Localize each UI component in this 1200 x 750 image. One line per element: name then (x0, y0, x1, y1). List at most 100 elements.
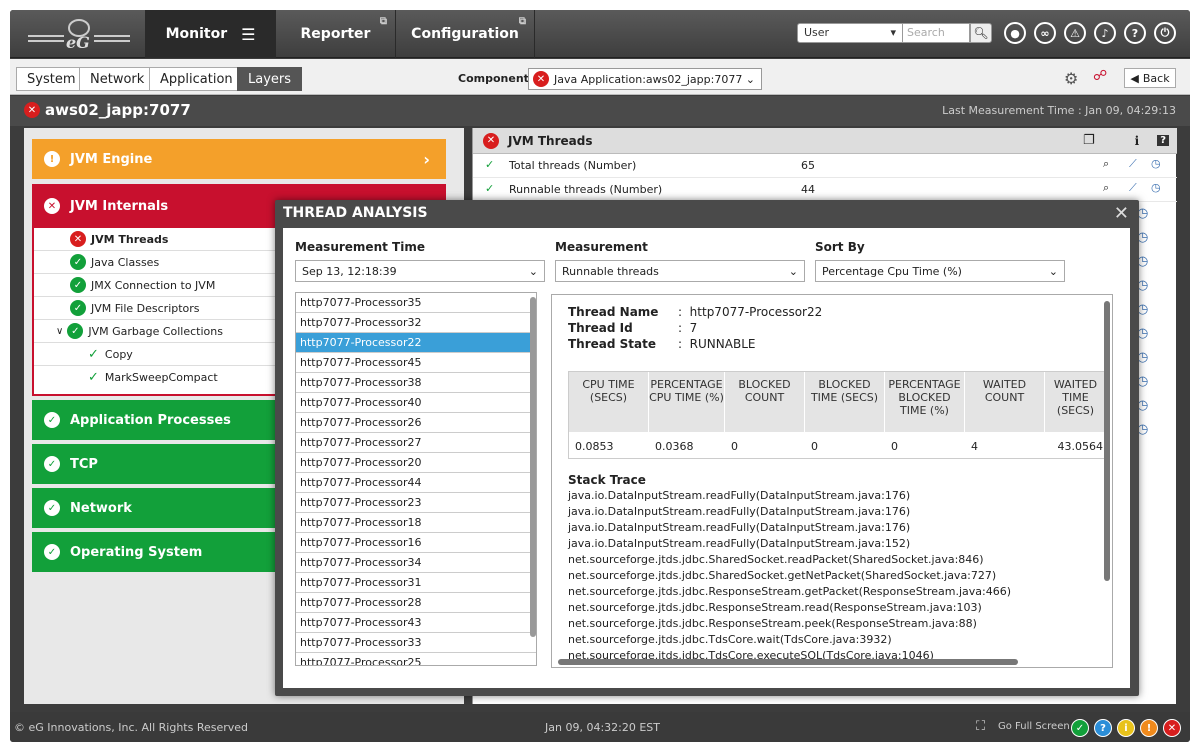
thread-metrics-table: CPU TIME (SECS) PERCENTAGE CPU TIME (%) … (568, 371, 1107, 459)
tab-layers[interactable]: Layers (237, 67, 303, 91)
tab-reporter[interactable]: Reporter ⧉ (275, 10, 395, 58)
thread-id-label: Thread Id (568, 321, 633, 335)
thread-detail-panel: Thread Name : http7077-Processor22 Threa… (551, 294, 1113, 668)
thread-item[interactable]: http7077-Processor23 (296, 493, 536, 513)
info-icon[interactable]: i (1135, 134, 1140, 148)
tab-monitor[interactable]: Monitor ☰ (145, 10, 275, 58)
fullscreen-link[interactable]: Go Full Screen (998, 721, 1070, 732)
component-name: ✕ aws02_japp:7077 (24, 101, 191, 119)
history-icon[interactable]: ◷ (1151, 157, 1161, 170)
detach-icon[interactable]: ❐ (1083, 133, 1095, 148)
thread-list-scrollbar[interactable] (530, 297, 536, 637)
thread-item[interactable]: http7077-Processor33 (296, 633, 536, 653)
search-button[interactable]: 🔍︎ (970, 23, 992, 43)
detail-vertical-scrollbar[interactable] (1104, 301, 1110, 581)
user-select-value: User (804, 26, 830, 39)
chevron-down-icon: ⌄ (528, 264, 538, 278)
topology-icon[interactable]: ☍ (1093, 68, 1107, 84)
thread-item[interactable]: http7077-Processor40 (296, 393, 536, 413)
tab-system[interactable]: System (16, 67, 87, 91)
power-icon[interactable]: ⏻ (1154, 22, 1176, 44)
cell-value: 0 (731, 439, 738, 453)
thread-item[interactable]: http7077-Processor34 (296, 553, 536, 573)
thread-item[interactable]: http7077-Processor44 (296, 473, 536, 493)
col-header: BLOCKED COUNT (725, 372, 805, 432)
thread-item[interactable]: http7077-Processor25 (296, 653, 536, 665)
unknown-status-icon[interactable]: ? (1094, 719, 1112, 737)
graph-icon[interactable]: ⟋ (1129, 157, 1137, 171)
thread-item[interactable]: http7077-Processor32 (296, 313, 536, 333)
user-profile-icon[interactable]: ● (1004, 22, 1026, 44)
link-icon[interactable]: ∞ (1034, 22, 1056, 44)
thread-item[interactable]: http7077-Processor31 (296, 573, 536, 593)
stack-frame: net.sourceforge.jtds.jdbc.ResponseStream… (568, 617, 977, 630)
thread-name-value: : http7077-Processor22 (678, 305, 823, 319)
tab-network[interactable]: Network (79, 67, 156, 91)
back-button[interactable]: ◀ Back (1124, 68, 1176, 88)
thread-state-label: Thread State (568, 337, 657, 351)
close-icon[interactable]: ✕ (1114, 203, 1129, 224)
ok-icon: ✓ (67, 323, 84, 339)
user-select[interactable]: User ▾ (797, 23, 903, 43)
thread-item[interactable]: http7077-Processor43 (296, 613, 536, 633)
normal-status-icon[interactable]: ✓ (1071, 719, 1089, 737)
ok-icon: ✓ (44, 456, 60, 472)
critical-icon: ✕ (44, 198, 60, 214)
hamburger-menu-icon[interactable]: ☰ (241, 25, 255, 44)
measurement-select[interactable]: Runnable threads ⌄ (555, 260, 805, 282)
thread-item[interactable]: http7077-Processor35 (296, 293, 536, 313)
fullscreen-icon[interactable]: ⛶ (976, 719, 985, 734)
component-label: Component (458, 72, 529, 85)
thread-item[interactable]: http7077-Processor28 (296, 593, 536, 613)
magnifier-icon[interactable]: ⌕ (1103, 181, 1109, 195)
thread-item[interactable]: http7077-Processor18 (296, 513, 536, 533)
back-arrow-icon: ◀ (1130, 71, 1139, 85)
thread-item[interactable]: http7077-Processor38 (296, 373, 536, 393)
sort-by-label: Sort By (815, 240, 865, 254)
thread-item[interactable]: http7077-Processor26 (296, 413, 536, 433)
minor-status-icon[interactable]: i (1117, 719, 1135, 737)
detail-horizontal-scrollbar[interactable] (558, 659, 1018, 665)
thread-id-text: 7 (689, 321, 698, 335)
help-icon[interactable]: ? (1124, 22, 1146, 44)
alarm-icon[interactable]: ⚠ (1064, 22, 1086, 44)
cell-value: 0 (891, 439, 898, 453)
tab-application[interactable]: Application (149, 67, 244, 91)
tab-configuration-label: Configuration (411, 26, 519, 42)
external-link-icon: ⧉ (518, 16, 526, 27)
thread-item[interactable]: http7077-Processor45 (296, 353, 536, 373)
thread-analysis-modal: THREAD ANALYSIS ✕ Measurement Time Sep 1… (275, 200, 1139, 696)
major-status-icon[interactable]: ! (1140, 719, 1158, 737)
thread-item[interactable]: http7077-Processor16 (296, 533, 536, 553)
search-input[interactable]: Search (902, 23, 970, 43)
chevron-down-icon: ⌄ (1048, 264, 1058, 278)
ok-icon: ✓ (44, 544, 60, 560)
history-icon[interactable]: ◷ (1151, 181, 1161, 194)
component-title-bar: ✕ aws02_japp:7077 Last Measurement Time … (10, 96, 1190, 126)
graph-icon[interactable]: ⟋ (1129, 181, 1137, 195)
component-value: Java Application:aws02_japp:7077 (554, 72, 743, 86)
component-select[interactable]: ✕ Java Application:aws02_japp:7077 ⌄ (528, 68, 762, 90)
thread-item[interactable]: http7077-Processor20 (296, 453, 536, 473)
tab-configuration[interactable]: Configuration ⧉ (395, 10, 535, 58)
measurement-time-select[interactable]: Sep 13, 12:18:39 ⌄ (295, 260, 545, 282)
history-icon-column[interactable]: ◷ ◷ ◷ ◷ ◷ ◷ ◷ ◷ ◷ ◷ (1137, 202, 1177, 442)
sort-by-select[interactable]: Percentage Cpu Time (%) ⌄ (815, 260, 1065, 282)
cell-value: 4 (971, 439, 978, 453)
bell-icon[interactable]: ♪ (1094, 22, 1116, 44)
chevron-down-icon[interactable]: ∨ (56, 326, 63, 337)
chevron-down-icon: ⌄ (788, 264, 798, 278)
thread-name-text: http7077-Processor22 (689, 305, 823, 319)
test-label: JVM Garbage Collections (88, 324, 223, 338)
layer-jvm-engine[interactable]: ! JVM Engine › (32, 139, 446, 179)
help-icon[interactable]: ? (1157, 135, 1169, 146)
footer: © eG Innovations, Inc. All Rights Reserv… (10, 712, 1190, 742)
settings-gear-icon[interactable]: ⚙ (1064, 69, 1078, 88)
thread-state-value: : RUNNABLE (678, 337, 756, 351)
eg-logo[interactable]: eG (24, 16, 134, 52)
thread-item[interactable]: http7077-Processor27 (296, 433, 536, 453)
magnifier-icon[interactable]: ⌕ (1103, 157, 1109, 171)
critical-status-icon[interactable]: ✕ (1163, 719, 1181, 737)
stack-frame: net.sourceforge.jtds.jdbc.SharedSocket.g… (568, 569, 997, 582)
thread-item-selected[interactable]: http7077-Processor22 (296, 333, 536, 353)
